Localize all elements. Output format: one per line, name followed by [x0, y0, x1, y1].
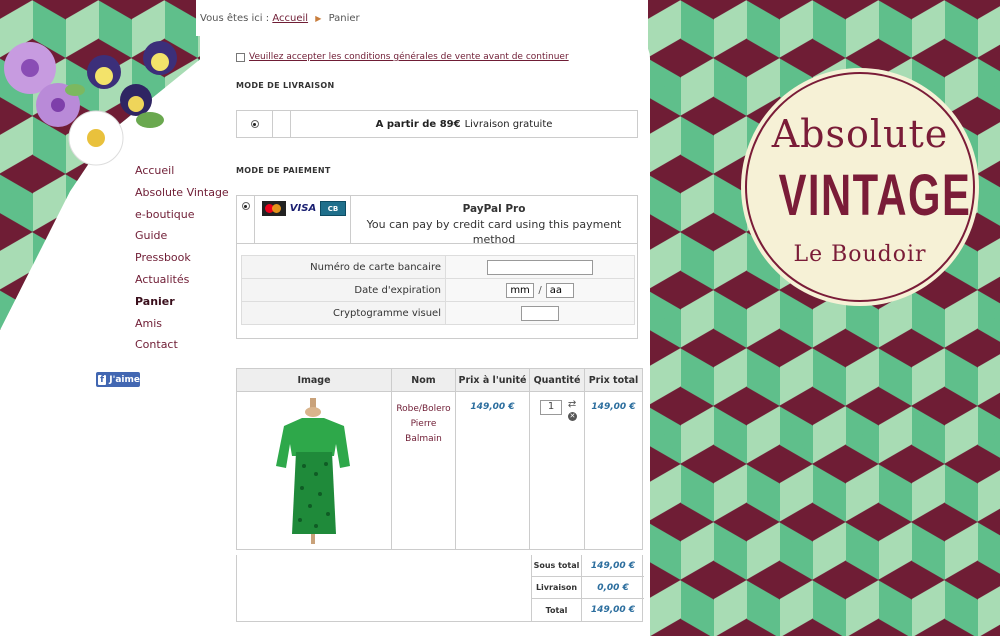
nav-item-panier[interactable]: Panier	[135, 295, 229, 317]
card-logos: VISA CB	[255, 196, 351, 243]
summary-spacer	[237, 555, 532, 622]
col-name: Nom	[391, 368, 456, 392]
shipping-description: Livraison gratuite	[464, 118, 553, 130]
facebook-like-label: J'aime	[109, 374, 140, 385]
nav-item-accueil[interactable]: Accueil	[135, 164, 229, 186]
logo-line-vintage: VINTAGE	[778, 163, 972, 228]
product-name[interactable]: Robe/Bolero Pierre Balmain	[391, 391, 456, 550]
daisy-flower	[68, 110, 124, 166]
logo-line-boudoir: Le Boudoir	[793, 242, 927, 267]
shipping-section-title: Mode de livraison	[236, 81, 335, 90]
breadcrumb-arrow-icon: ▶	[315, 14, 322, 23]
site-logo[interactable]: Absolute VINTAGE Le Boudoir	[745, 72, 975, 302]
cb-card-icon: CB	[320, 201, 346, 216]
terms-row: Veuillez accepter les conditions général…	[236, 52, 569, 62]
col-unit-price: Prix à l'unité	[455, 368, 530, 392]
breadcrumb-home-link[interactable]: Accueil	[272, 13, 308, 24]
subtotal-label: Sous total	[532, 555, 582, 576]
nav-item-absolute-vintage[interactable]: Absolute Vintage	[135, 186, 229, 208]
nav-item-actualites[interactable]: Actualités	[135, 273, 229, 295]
quantity-input[interactable]: 1	[540, 400, 562, 415]
quantity-actions: ⇄ ✕	[567, 400, 577, 421]
shipping-option[interactable]: A partir de 89€ Livraison gratuite	[236, 110, 638, 138]
subtotal-value: 149,00 €	[590, 560, 636, 571]
expiry-row: Date d'expiration /	[241, 278, 635, 302]
expiry-year-input[interactable]	[545, 282, 574, 298]
payment-box: VISA CB PayPal Pro You can pay by credit…	[236, 195, 638, 339]
facebook-icon: f	[98, 374, 107, 385]
shipping-threshold: A partir de 89€	[375, 118, 461, 130]
nav-item-guide[interactable]: Guide	[135, 229, 229, 251]
col-total: Prix total	[584, 368, 643, 392]
shipping-cost-row: Livraison 0,00 €	[532, 577, 644, 599]
col-quantity: Quantité	[529, 368, 585, 392]
expiry-separator: /	[538, 284, 542, 296]
total-row: Total 149,00 €	[532, 599, 644, 621]
nav-item-amis[interactable]: Amis	[135, 317, 229, 339]
main-nav: Accueil Absolute Vintage e-boutique Guid…	[135, 164, 229, 360]
payment-radio-cell	[237, 196, 255, 243]
payment-method-name: PayPal Pro	[462, 203, 526, 215]
quantity-cell: 1 ⇄ ✕	[529, 391, 585, 550]
product-unit-price: 149,00 €	[455, 391, 530, 550]
breadcrumb-current: Panier	[328, 13, 360, 24]
flowers-decoration	[4, 41, 177, 166]
subtotal-row: Sous total 149,00 €	[532, 555, 644, 577]
product-name-line3: Balmain	[405, 434, 442, 444]
breadcrumb-prefix: Vous êtes ici :	[200, 13, 270, 24]
pansy-flowers	[87, 41, 177, 116]
shipping-label: A partir de 89€ Livraison gratuite	[291, 111, 637, 137]
cart-header-row: Image Nom Prix à l'unité Quantité Prix t…	[236, 368, 643, 392]
shipping-cost-value: 0,00 €	[597, 582, 629, 593]
terms-link[interactable]: Veuillez accepter les conditions général…	[249, 52, 569, 62]
breadcrumb: Vous êtes ici : Accueil ▶ Panier	[200, 13, 360, 24]
cvv-label: Cryptogramme visuel	[241, 301, 446, 325]
shipping-logo-cell	[273, 111, 291, 137]
card-number-row: Numéro de carte bancaire	[241, 255, 635, 279]
card-number-input[interactable]	[487, 259, 593, 275]
cart-table: Image Nom Prix à l'unité Quantité Prix t…	[236, 368, 643, 550]
product-name-line2: Pierre	[410, 419, 437, 429]
cart-summary: Sous total 149,00 € Livraison 0,00 € Tot…	[236, 555, 644, 622]
geranium-flower	[4, 42, 80, 127]
expiry-label: Date d'expiration	[241, 278, 446, 302]
payment-method-row[interactable]: VISA CB PayPal Pro You can pay by credit…	[237, 196, 637, 246]
payment-method-description: You can pay by credit card using this pa…	[366, 218, 622, 246]
logo-line-absolute: Absolute	[771, 112, 949, 156]
facebook-like-button[interactable]: f J'aime	[96, 372, 140, 387]
refresh-icon[interactable]: ⇄	[568, 400, 577, 410]
cvv-cell	[445, 301, 635, 325]
product-image-cell	[236, 391, 392, 550]
payment-section-title: Mode de paiement	[236, 166, 331, 175]
nav-item-e-boutique[interactable]: e-boutique	[135, 208, 229, 230]
total-value: 149,00 €	[590, 605, 636, 615]
expiry-cell: /	[445, 278, 635, 302]
expiry-month-input[interactable]	[506, 282, 535, 298]
remove-icon[interactable]: ✕	[567, 412, 577, 421]
visa-icon: VISA	[289, 201, 317, 216]
col-image: Image	[236, 368, 392, 392]
product-image[interactable]	[254, 396, 374, 546]
credit-card-form: Numéro de carte bancaire Date d'expirati…	[241, 255, 635, 325]
cvv-input[interactable]	[521, 305, 559, 321]
payment-radio[interactable]	[241, 202, 250, 210]
cvv-row: Cryptogramme visuel	[241, 301, 635, 325]
shipping-radio[interactable]	[250, 120, 259, 128]
total-label: Total	[532, 599, 582, 621]
card-number-cell	[445, 255, 635, 279]
card-number-label: Numéro de carte bancaire	[241, 255, 446, 279]
shipping-cost-label: Livraison	[532, 577, 582, 598]
shipping-radio-cell	[237, 111, 273, 137]
terms-checkbox[interactable]	[236, 52, 245, 62]
cart-item-row: Robe/Bolero Pierre Balmain 149,00 € 1 ⇄ …	[236, 391, 643, 550]
mastercard-icon	[262, 201, 286, 216]
nav-item-pressbook[interactable]: Pressbook	[135, 251, 229, 273]
product-total-price: 149,00 €	[584, 391, 643, 550]
product-name-line1: Robe/Bolero	[396, 404, 451, 414]
payment-method-info: PayPal Pro You can pay by credit card us…	[351, 196, 637, 246]
nav-item-contact[interactable]: Contact	[135, 338, 229, 360]
